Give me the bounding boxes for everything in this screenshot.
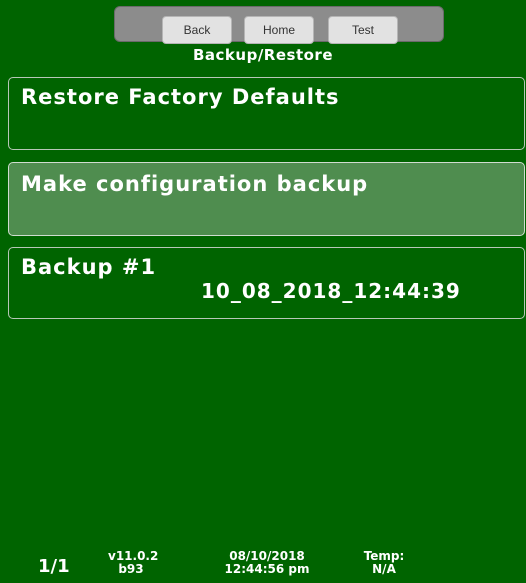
time-label: 12:44:56 pm [224,562,310,576]
make-configuration-backup-button[interactable]: Make configuration backup [8,162,525,236]
backup-list-item[interactable]: Backup #1 10_08_2018_12:44:39 [8,247,525,319]
back-button[interactable]: Back [162,16,232,44]
page-indicator: 1/1 [38,556,70,577]
page-title: Backup/Restore [192,46,333,64]
status-footer: 1/1 v11.0.2 b93 08/10/2018 12:44:56 pm T… [0,548,526,582]
build-label: b93 [118,562,144,576]
restore-label: Restore Factory Defaults [21,85,340,109]
restore-factory-defaults-button[interactable]: Restore Factory Defaults [8,77,525,150]
test-button[interactable]: Test [328,16,398,44]
backup-label: Make configuration backup [21,172,369,196]
temp-value: N/A [372,562,396,576]
home-button[interactable]: Home [244,16,314,44]
backup-restore-screen: { "nav": { "back_label": "Back", "home_l… [0,0,526,583]
version-info: v11.0.2 b93 [108,550,158,576]
temperature-info: Temp: N/A [354,550,414,576]
backup-timestamp: 10_08_2018_12:44:39 [201,279,461,303]
datetime-info: 08/10/2018 12:44:56 pm [202,550,332,576]
backup-name: Backup #1 [21,255,157,279]
